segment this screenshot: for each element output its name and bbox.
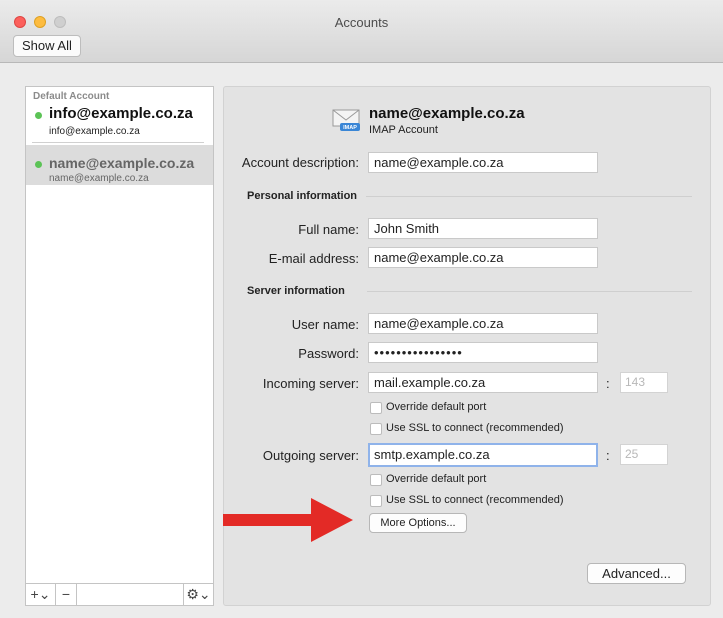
incoming-ssl-label[interactable]: Use SSL to connect (recommended)	[386, 422, 564, 434]
incoming-override-port-checkbox[interactable]	[370, 402, 382, 414]
outgoing-override-port-checkbox[interactable]	[370, 474, 382, 486]
incoming-server-label: Incoming server:	[262, 376, 359, 391]
account-type-label: IMAP Account	[369, 124, 438, 136]
window-title: Accounts	[334, 15, 389, 30]
full-name-field[interactable]: John Smith	[368, 218, 598, 239]
outgoing-server-label: Outgoing server:	[262, 448, 359, 463]
incoming-port-field[interactable]: 143	[620, 372, 668, 393]
outgoing-override-port-label[interactable]: Override default port	[386, 473, 486, 485]
outgoing-server-field[interactable]: smtp.example.co.za	[368, 443, 598, 467]
outgoing-ssl-label[interactable]: Use SSL to connect (recommended)	[386, 494, 564, 506]
gear-menu-button[interactable]: ⚙⌄	[183, 584, 213, 605]
server-info-heading: Server information	[247, 285, 345, 297]
account-header-email: name@example.co.za	[369, 105, 525, 122]
sidebar-account-info[interactable]: info@example.co.za info@example.co.za	[26, 103, 213, 143]
default-account-label: Default Account	[33, 91, 110, 102]
port-separator: :	[606, 376, 610, 391]
account-name: info@example.co.za	[49, 105, 193, 122]
incoming-ssl-checkbox[interactable]	[370, 423, 382, 435]
online-status-icon	[35, 112, 42, 119]
outgoing-port-field[interactable]: 25	[620, 444, 668, 465]
remove-account-button[interactable]: −	[56, 584, 77, 605]
password-label: Password:	[298, 346, 359, 361]
sidebar-account-name[interactable]: name@example.co.za name@example.co.za	[26, 145, 213, 185]
divider	[366, 196, 692, 197]
add-account-button[interactable]: +⌄	[26, 584, 56, 605]
full-name-label: Full name:	[298, 222, 359, 237]
annotation-arrow-icon	[223, 498, 353, 542]
incoming-server-field[interactable]: mail.example.co.za	[368, 372, 598, 393]
more-options-button[interactable]: More Options...	[369, 513, 467, 533]
online-status-icon	[35, 161, 42, 168]
title-bar: Accounts Show All	[0, 0, 723, 63]
account-description-field[interactable]: name@example.co.za	[368, 152, 598, 173]
account-address: info@example.co.za	[49, 126, 140, 137]
user-name-field[interactable]: name@example.co.za	[368, 313, 598, 334]
user-name-label: User name:	[291, 317, 359, 332]
account-description-label: Account description:	[241, 155, 359, 170]
outgoing-ssl-checkbox[interactable]	[370, 495, 382, 507]
password-field[interactable]: ••••••••••••••••	[368, 342, 598, 363]
divider	[367, 291, 692, 292]
accounts-sidebar: Default Account info@example.co.za info@…	[25, 86, 214, 606]
show-all-button[interactable]: Show All	[13, 35, 81, 57]
incoming-override-port-label[interactable]: Override default port	[386, 401, 486, 413]
email-address-field[interactable]: name@example.co.za	[368, 247, 598, 268]
personal-info-heading: Personal information	[247, 190, 358, 202]
account-address: name@example.co.za	[49, 173, 149, 184]
account-name: name@example.co.za	[49, 155, 195, 171]
imap-badge-label: IMAP	[343, 125, 357, 131]
advanced-button[interactable]: Advanced...	[587, 563, 686, 584]
port-separator: :	[606, 448, 610, 463]
email-address-label: E-mail address:	[268, 251, 359, 266]
divider	[32, 142, 204, 143]
sidebar-footer: +⌄ − ⚙⌄	[26, 583, 213, 605]
envelope-icon: IMAP	[332, 109, 360, 131]
